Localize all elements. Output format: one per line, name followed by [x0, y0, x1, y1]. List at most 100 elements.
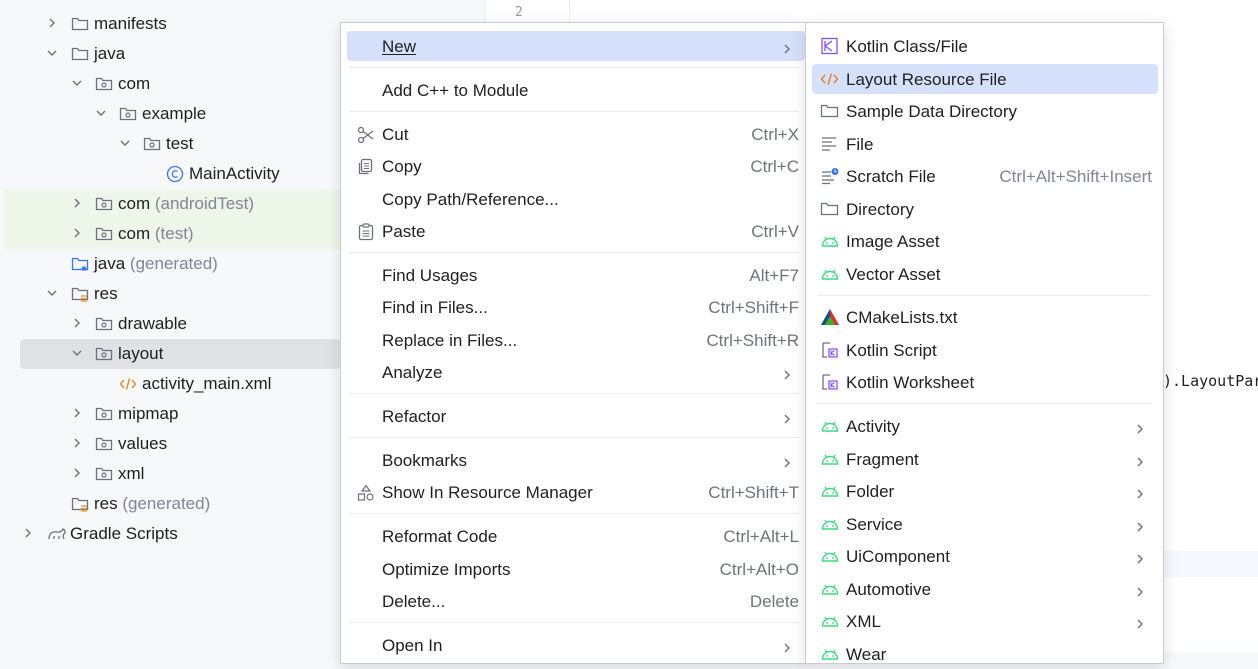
chevron-down-icon[interactable]: [46, 39, 60, 69]
chevron-right-icon: [781, 410, 793, 430]
submenu-item-uicomponent[interactable]: UiComponent: [812, 541, 1158, 571]
menu-item-optimize-imports[interactable]: Optimize Imports Ctrl+Alt+O: [347, 554, 805, 584]
android-icon: [820, 417, 840, 435]
package-icon: [95, 345, 113, 363]
menu-item-copy-path[interactable]: Copy Path/Reference...: [347, 184, 805, 214]
editor-current-line: [1163, 551, 1258, 577]
android-icon: [820, 482, 840, 500]
chevron-right-icon[interactable]: [71, 309, 85, 339]
submenu-item-cmakelists[interactable]: CMakeLists.txt: [812, 302, 1158, 332]
tree-row-com-androidtest[interactable]: com (androidTest): [4, 189, 340, 219]
chevron-right-icon: [781, 366, 793, 386]
package-icon: [95, 315, 113, 333]
code-fragment: ).LayoutPara: [1163, 372, 1258, 390]
menu-item-bookmarks[interactable]: Bookmarks: [347, 445, 805, 475]
menu-item-copy[interactable]: Copy Ctrl+C: [347, 151, 805, 181]
tree-label: com (androidTest): [118, 194, 255, 213]
tree-label: res: [94, 284, 118, 303]
chevron-right-icon: [1134, 615, 1146, 635]
folder-icon: [71, 15, 89, 33]
tree-label: MainActivity: [189, 164, 280, 183]
chevron-right-icon[interactable]: [71, 399, 85, 429]
clipboard-icon: [357, 223, 375, 241]
chevron-right-icon[interactable]: [71, 459, 85, 489]
menu-item-paste[interactable]: Paste Ctrl+V: [347, 216, 805, 246]
submenu-item-directory[interactable]: Directory: [812, 194, 1158, 224]
kotlin-class-icon: [820, 37, 840, 55]
menu-item-new[interactable]: New: [347, 31, 805, 61]
submenu-item-automotive[interactable]: Automotive: [812, 574, 1158, 604]
line-number: 2: [515, 5, 523, 20]
menu-item-replace-in-files[interactable]: Replace in Files... Ctrl+Shift+R: [347, 325, 805, 355]
chevron-right-icon: [1134, 550, 1146, 570]
submenu-item-kotlin-worksheet[interactable]: Kotlin Worksheet: [812, 367, 1158, 397]
tree-label: example: [142, 104, 207, 123]
menu-separator: [349, 393, 799, 394]
menu-item-open-in[interactable]: Open In: [347, 630, 805, 660]
submenu-separator: [818, 295, 1151, 296]
chevron-right-icon: [1134, 518, 1146, 538]
chevron-down-icon[interactable]: [71, 339, 85, 369]
android-icon: [820, 645, 840, 663]
class-icon: [166, 165, 184, 183]
chevron-down-icon[interactable]: [71, 69, 85, 99]
chevron-right-icon: [1134, 485, 1146, 505]
package-icon: [95, 225, 113, 243]
menu-item-analyze[interactable]: Analyze: [347, 357, 805, 387]
submenu-item-layout-resource-file[interactable]: Layout Resource File: [812, 64, 1158, 94]
submenu-item-kotlin-class[interactable]: Kotlin Class/File: [812, 31, 1158, 61]
menu-separator: [349, 67, 799, 68]
android-icon: [820, 547, 840, 565]
chevron-right-icon: [781, 639, 793, 659]
folder-icon: [71, 45, 89, 63]
chevron-down-icon[interactable]: [95, 99, 109, 129]
copy-icon: [357, 158, 375, 176]
chevron-down-icon[interactable]: [46, 279, 60, 309]
menu-item-cut[interactable]: Cut Ctrl+X: [347, 119, 805, 149]
chevron-right-icon[interactable]: [46, 9, 60, 39]
submenu-item-activity[interactable]: Activity: [812, 411, 1158, 441]
menu-item-delete[interactable]: Delete... Delete: [347, 586, 805, 616]
submenu-item-service[interactable]: Service: [812, 509, 1158, 539]
tree-label: res (generated): [94, 494, 211, 513]
submenu-item-sample-data-directory[interactable]: Sample Data Directory: [812, 96, 1158, 126]
package-icon: [95, 405, 113, 423]
menu-item-reformat-code[interactable]: Reformat Code Ctrl+Alt+L: [347, 521, 805, 551]
submenu-item-scratch-file[interactable]: Scratch File Ctrl+Alt+Shift+Insert: [812, 161, 1158, 191]
menu-item-find-usages[interactable]: Find Usages Alt+F7: [347, 260, 805, 290]
menu-item-refactor[interactable]: Refactor: [347, 401, 805, 431]
submenu-item-file[interactable]: File: [812, 129, 1158, 159]
submenu-item-fragment[interactable]: Fragment: [812, 444, 1158, 474]
scratch-file-icon: [820, 167, 840, 185]
menu-separator: [349, 513, 799, 514]
package-icon: [95, 75, 113, 93]
package-icon: [143, 135, 161, 153]
submenu-item-xml[interactable]: XML: [812, 606, 1158, 636]
chevron-right-icon: [1134, 420, 1146, 440]
tree-label: com: [118, 74, 151, 93]
chevron-down-icon[interactable]: [119, 129, 133, 159]
context-menu: New Add C++ to Module Cut Ctrl+X Copy Ct…: [340, 22, 807, 664]
tree-row-layout[interactable]: layout: [20, 339, 340, 369]
chevron-right-icon[interactable]: [22, 519, 36, 549]
tree-label: manifests: [94, 14, 167, 33]
chevron-right-icon[interactable]: [71, 429, 85, 459]
submenu-item-image-asset[interactable]: Image Asset: [812, 226, 1158, 256]
tree-label: values: [118, 434, 168, 453]
submenu-item-wear[interactable]: Wear: [812, 639, 1158, 669]
menu-item-add-cpp-to-module[interactable]: Add C++ to Module: [347, 75, 805, 105]
menu-separator: [349, 437, 799, 438]
menu-item-show-in-resource-manager[interactable]: Show In Resource Manager Ctrl+Shift+T: [347, 477, 805, 507]
tree-row-com-test[interactable]: com (test): [4, 219, 340, 249]
tree-label: drawable: [118, 314, 187, 333]
submenu-item-folder[interactable]: Folder: [812, 476, 1158, 506]
kotlin-worksheet-icon: [820, 373, 840, 391]
chevron-right-icon: [1134, 583, 1146, 603]
chevron-right-icon[interactable]: [71, 219, 85, 249]
menu-item-find-in-files[interactable]: Find in Files... Ctrl+Shift+F: [347, 292, 805, 322]
resource-folder-icon: [71, 495, 89, 513]
chevron-right-icon[interactable]: [71, 189, 85, 219]
folder-icon: [820, 102, 840, 120]
submenu-item-kotlin-script[interactable]: Kotlin Script: [812, 335, 1158, 365]
submenu-item-vector-asset[interactable]: Vector Asset: [812, 259, 1158, 289]
